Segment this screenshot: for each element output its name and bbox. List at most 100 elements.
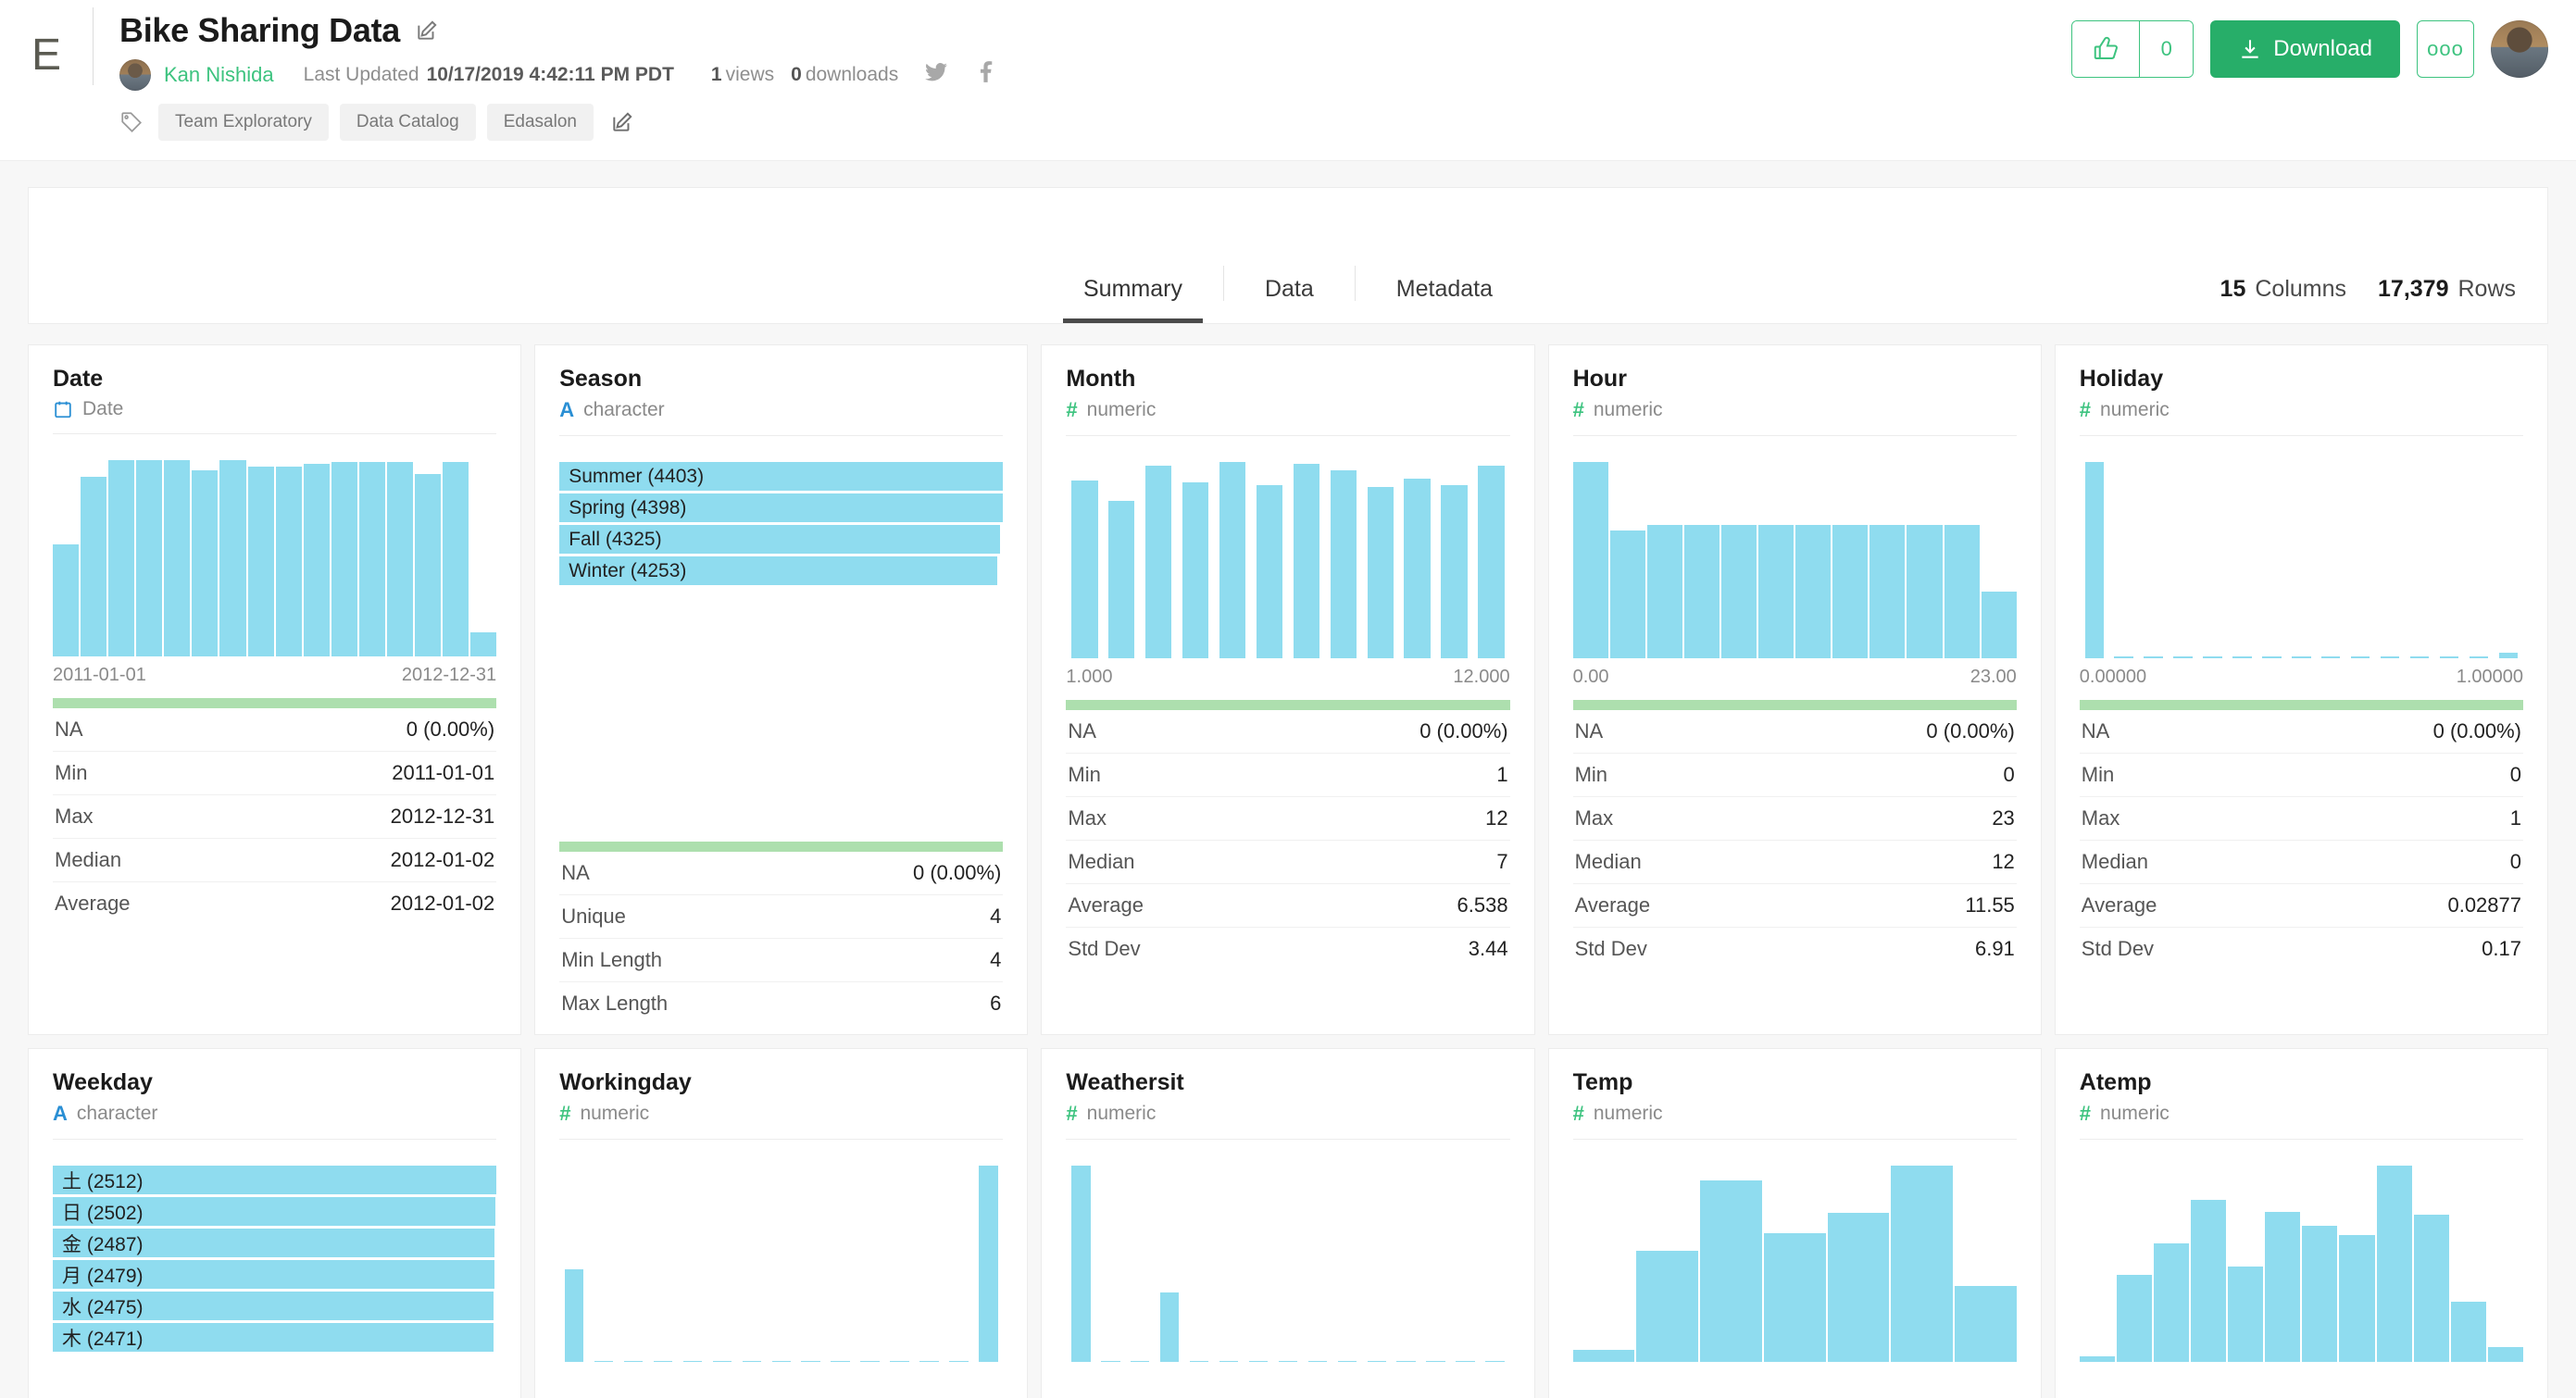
histogram-bar [304, 464, 330, 656]
stat-key: Min [2082, 763, 2114, 787]
axis-max-label: 2012-12-31 [402, 665, 496, 686]
histogram-bar [1368, 487, 1394, 658]
column-card-temp[interactable]: Temp#numeric [1548, 1048, 2042, 1398]
stat-value: 1 [1496, 763, 1507, 787]
stat-value: 2012-01-02 [391, 892, 495, 916]
avatar[interactable] [2491, 20, 2548, 78]
histogram-bar [415, 474, 441, 656]
histogram-bar [2080, 1356, 2115, 1362]
category-bar[interactable]: 水 (2475) [53, 1292, 494, 1320]
stat-value: 6.538 [1457, 893, 1508, 917]
histogram-bar [2262, 656, 2281, 658]
histogram-bar [219, 460, 245, 656]
category-bar[interactable]: Summer (4403) [559, 462, 1003, 491]
tag-chip[interactable]: Edasalon [487, 104, 594, 141]
histogram-bar [1795, 525, 1831, 658]
card-type-label: character [77, 1103, 158, 1125]
app-logo[interactable]: E [0, 0, 93, 111]
card-type-label: numeric [1087, 399, 1157, 421]
column-card-atemp[interactable]: Atemp#numeric [2055, 1048, 2548, 1398]
histogram-bar [164, 460, 190, 656]
table-row: NA0 (0.00%) [53, 708, 496, 752]
card-divider [1573, 435, 2017, 436]
histogram-bar [1131, 1361, 1149, 1362]
column-card-month[interactable]: Month#numeric1.00012.000NA0 (0.00%)Min1M… [1041, 344, 1534, 1035]
column-card-hour[interactable]: Hour#numeric0.0023.00NA0 (0.00%)Min0Max2… [1548, 344, 2042, 1035]
card-type-label: Date [82, 398, 123, 420]
stat-key: Median [1068, 850, 1134, 874]
histogram-bar [1368, 1361, 1386, 1362]
stat-key: Max [1575, 806, 1614, 830]
histogram-bar [470, 632, 496, 657]
histogram-bar [1647, 525, 1682, 658]
more-options-button[interactable]: ooo [2417, 20, 2474, 78]
more-dots-icon: ooo [2427, 37, 2464, 61]
histogram-bar [1869, 525, 1905, 658]
stat-key: Unique [561, 905, 626, 929]
category-bar[interactable]: Fall (4325) [559, 525, 1000, 554]
thumbs-up-icon[interactable] [2072, 21, 2139, 77]
stat-key: Max [1068, 806, 1107, 830]
card-type: #numeric [1573, 398, 2017, 422]
logo-letter: E [31, 33, 61, 78]
completeness-bar [2080, 700, 2523, 710]
histogram-chart [1573, 462, 2017, 658]
edit-tags-icon[interactable] [610, 110, 634, 134]
category-bar[interactable]: Winter (4253) [559, 556, 997, 585]
like-count[interactable]: 0 [2139, 21, 2193, 77]
tab-metadata-label: Metadata [1396, 276, 1493, 302]
stat-key: NA [55, 718, 83, 742]
card-title: Date [53, 366, 496, 393]
category-bar[interactable]: 日 (2502) [53, 1197, 495, 1226]
table-row: Max23 [1573, 797, 2017, 841]
stat-key: Average [55, 892, 131, 916]
edit-title-icon[interactable] [415, 19, 439, 43]
author-name[interactable]: Kan Nishida [164, 63, 274, 87]
column-card-workingday[interactable]: Workingday#numeric [534, 1048, 1028, 1398]
tab-data[interactable]: Data [1224, 276, 1355, 323]
column-card-weathersit[interactable]: Weathersit#numeric [1041, 1048, 1534, 1398]
dataset-counts: 15 Columns 17,379 Rows [2220, 276, 2516, 303]
stat-key: Median [1575, 850, 1642, 874]
tab-summary[interactable]: Summary [1043, 276, 1223, 323]
histogram-bar [2410, 656, 2429, 658]
table-row: Average0.02877 [2080, 884, 2523, 928]
histogram-axis [2080, 1370, 2523, 1394]
histogram-bar [276, 467, 302, 656]
column-card-weekday[interactable]: WeekdayAcharacter土 (2512)日 (2502)金 (2487… [28, 1048, 521, 1398]
category-bar[interactable]: 金 (2487) [53, 1229, 494, 1257]
histogram-bar [1249, 1361, 1268, 1362]
category-bar[interactable]: 土 (2512) [53, 1166, 496, 1194]
facebook-icon[interactable] [974, 60, 998, 90]
category-bar[interactable]: 木 (2471) [53, 1323, 494, 1352]
category-bar[interactable]: Spring (4398) [559, 493, 1003, 522]
tab-metadata[interactable]: Metadata [1356, 276, 1533, 323]
stat-key: NA [1575, 719, 1604, 743]
histogram-bar [1636, 1251, 1698, 1362]
histogram-bar [743, 1361, 761, 1362]
histogram-chart [1066, 1166, 1509, 1362]
column-card-holiday[interactable]: Holiday#numeric0.000001.00000NA0 (0.00%)… [2055, 344, 2548, 1035]
like-group: 0 [2071, 20, 2194, 78]
twitter-icon[interactable] [924, 60, 948, 90]
histogram-axis [1066, 1370, 1509, 1394]
histogram-bar [331, 462, 357, 656]
axis-max-label: 1.00000 [2457, 667, 2523, 688]
column-card-date[interactable]: DateDate2011-01-012012-12-31NA0 (0.00%)M… [28, 344, 521, 1035]
stat-key: Average [2082, 893, 2157, 917]
tag-chip[interactable]: Team Exploratory [158, 104, 329, 141]
histogram-bars [1573, 1166, 2017, 1362]
histogram-bar [1338, 1361, 1357, 1362]
histogram-bar [801, 1361, 819, 1362]
card-title: Hour [1573, 366, 2017, 393]
category-bar[interactable]: 月 (2479) [53, 1260, 494, 1289]
histogram-bar [919, 1361, 938, 1362]
column-card-season[interactable]: SeasonAcharacterSummer (4403)Spring (439… [534, 344, 1028, 1035]
histogram-bar [443, 462, 469, 656]
tag-chip[interactable]: Data Catalog [340, 104, 476, 141]
download-button[interactable]: Download [2210, 20, 2400, 78]
card-divider [53, 1139, 496, 1140]
card-divider [1573, 1139, 2017, 1140]
histogram-bar [2144, 656, 2162, 658]
histogram-bar [1071, 1166, 1090, 1362]
